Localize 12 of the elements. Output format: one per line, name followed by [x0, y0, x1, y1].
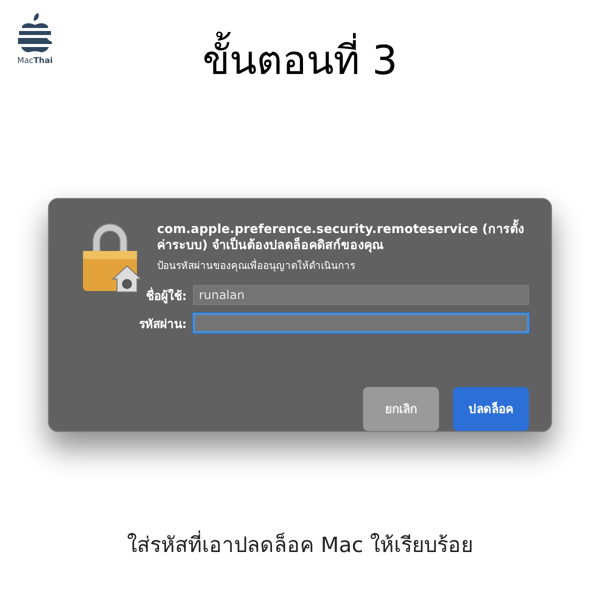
logo-text: MacThai: [17, 56, 53, 65]
step-heading: ขั้นตอนที่ 3: [202, 12, 398, 92]
unlock-button[interactable]: ปลดล็อค: [453, 386, 529, 431]
input-field[interactable]: runalan: [192, 285, 529, 305]
caption-text: ใส่รหัสที่เอาปลดล็อค Mac ให้เรียบร้อย: [127, 528, 473, 561]
cancel-button[interactable]: ยกเลิก: [363, 386, 439, 431]
input-field[interactable]: [192, 313, 529, 333]
dialog-message: ป้อนรหัสผ่านของคุณเพื่ออนุญาตให้ดำเนินการ: [157, 258, 529, 273]
field-label: รหัสผ่าน:: [139, 316, 187, 332]
field-label: ชื่อผู้ใช้:: [145, 286, 187, 304]
apple-icon: [16, 12, 54, 54]
dialog-title: com.apple.preference.security.remoteservice (การตั้งค่าระบบ) จำเป็นต้องปลดล็อคดิสก์ของคุณ: [157, 221, 525, 253]
